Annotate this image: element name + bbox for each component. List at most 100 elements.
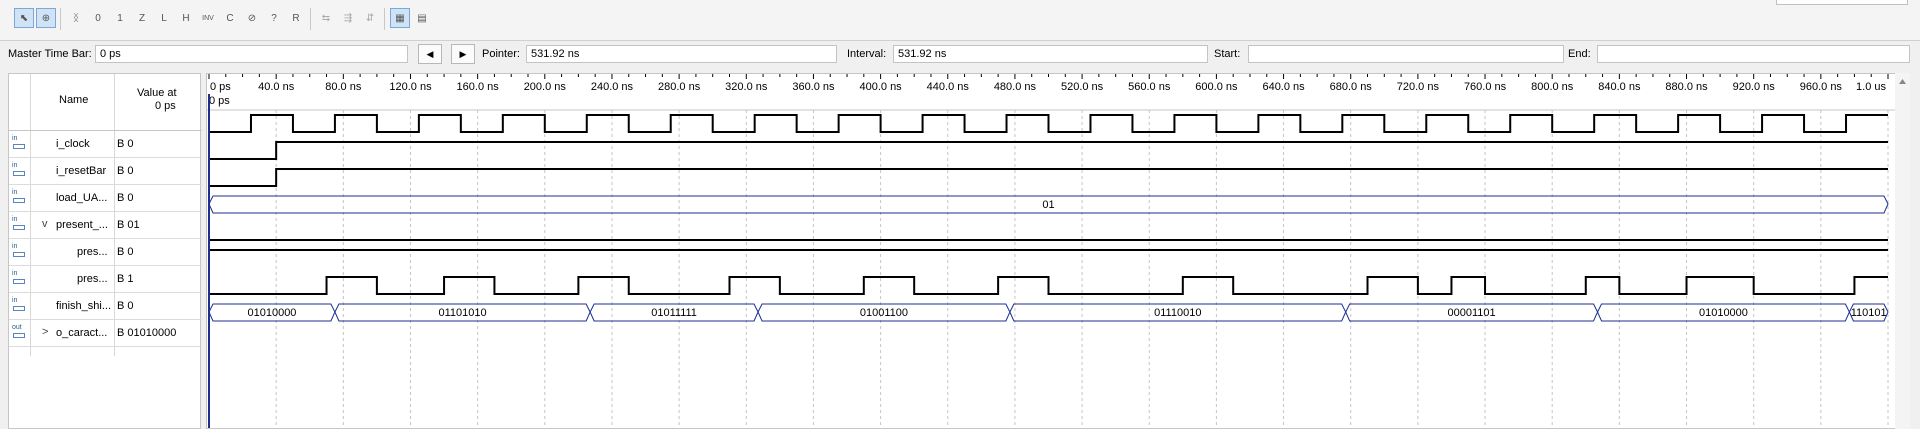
present-state-bus-value-label: 01 (1042, 199, 1054, 211)
random-value-icon[interactable]: R (286, 8, 306, 28)
pointer-label: Pointer: (482, 48, 520, 60)
ruler-tick-label: 240.0 ns (591, 81, 634, 93)
arrow-right-icon: ▶ (459, 48, 467, 59)
high-impedance-icon[interactable]: Z (132, 8, 152, 28)
o-caracter-bus-value-label: 01110010 (1154, 307, 1201, 319)
ruler-tick-label: 200.0 ns (524, 81, 567, 93)
ruler-tick-label: 1.0 us (1856, 81, 1886, 93)
input-pin-icon: in (12, 189, 28, 207)
pin-direction-label: in (12, 162, 18, 169)
ruler-tick-label: 40.0 ns (258, 81, 295, 93)
load-uart-waveform (209, 168, 1888, 187)
invert-icon[interactable]: INV (198, 8, 218, 28)
signal-value: B 1 (117, 273, 134, 285)
ruler-tick-label: 640.0 ns (1262, 81, 1305, 93)
signal-value: B 0 (117, 165, 134, 177)
signal-row[interactable]: out > o_caract... B 01010000 (9, 320, 202, 347)
signal-name: load_UA... (56, 192, 108, 204)
input-pin-icon: in (12, 216, 28, 234)
signal-list-pane: Name Value at 0 ps in i_clock B 0 in i_reset… (8, 73, 202, 429)
weak-high-icon[interactable]: H (176, 8, 196, 28)
waveform-canvas[interactable]: 0 ps 40.0 ns 80.0 ns 120.0 ns 160.0 ns 200.0 … (207, 74, 1910, 429)
ruler-tick-label: 960.0 ns (1800, 81, 1843, 93)
interval-field[interactable]: 531.92 ns (893, 45, 1208, 63)
ruler-tick-label: 320.0 ns (725, 81, 768, 93)
input-pin-icon: in (12, 243, 28, 261)
collapse-chevron-icon[interactable]: v (42, 218, 48, 230)
signal-name: present_... (56, 219, 108, 231)
unknown-value-icon[interactable]: ᛝ (66, 8, 86, 28)
ruler-tick-label: 720.0 ns (1397, 81, 1440, 93)
ruler-tick-label: 280.0 ns (658, 81, 701, 93)
signal-row[interactable]: in pres... B 1 (9, 266, 202, 293)
pin-direction-label: in (12, 216, 18, 223)
toolbar-separator (60, 8, 61, 30)
signal-row[interactable]: in pres... B 0 (9, 239, 202, 266)
top-right-scroll-handle[interactable] (1776, 0, 1908, 5)
pointer-field[interactable]: 531.92 ns (526, 45, 837, 63)
signal-row[interactable]: in finish_shi... B 0 (9, 293, 202, 320)
i-resetbar-waveform (209, 141, 1888, 160)
sort-icon[interactable]: ⇵ (360, 8, 380, 28)
i-clock-waveform (209, 114, 1888, 133)
expand-chevron-icon[interactable]: > (42, 326, 48, 338)
previous-transition-button[interactable]: ◀ (418, 44, 442, 64)
signal-value: B 0 (117, 300, 134, 312)
zoom-tool-icon[interactable]: ⊕ (36, 8, 56, 28)
value-column-header-time: 0 ps (155, 100, 176, 112)
signal-name: i_resetBar (56, 165, 107, 177)
forcing-high-icon[interactable]: 1 (110, 8, 130, 28)
signal-value: B 0 (117, 138, 134, 150)
ruler-tick-label: 80.0 ns (325, 81, 362, 93)
pin-direction-label: in (12, 297, 18, 304)
forcing-clock-icon[interactable]: ⊘ (242, 8, 262, 28)
signal-row[interactable]: in load_UA... B 0 (9, 185, 202, 212)
grid-settings-icon[interactable]: ▤ (412, 8, 432, 28)
count-value-icon[interactable]: C (220, 8, 240, 28)
vertical-scrollbar[interactable] (1895, 73, 1910, 429)
signal-row[interactable]: in i_resetBar B 0 (9, 158, 202, 185)
ruler-tick-label: 520.0 ns (1061, 81, 1104, 93)
group-icon[interactable]: ⇶ (338, 8, 358, 28)
ruler-tick-label: 160.0 ns (457, 81, 500, 93)
next-transition-button[interactable]: ▶ (451, 44, 475, 64)
signal-value: B 01 (117, 219, 140, 231)
ruler-tick-label: 680.0 ns (1330, 81, 1373, 93)
forcing-low-icon[interactable]: 0 (88, 8, 108, 28)
value-column-header[interactable]: Value at (137, 87, 177, 100)
master-time-bar-label-marker: 0 ps (209, 95, 230, 107)
signal-row[interactable]: in i_clock B 0 (9, 131, 202, 158)
arbitrary-value-icon[interactable]: ? (264, 8, 284, 28)
input-pin-icon: in (12, 297, 28, 315)
signal-name: pres... (77, 246, 108, 258)
snap-to-grid-icon[interactable]: ▦ (390, 8, 410, 28)
signal-row[interactable]: in v present_... B 01 (9, 212, 202, 239)
ruler-tick-label: 0 ps (210, 81, 231, 93)
end-field[interactable] (1597, 45, 1910, 63)
selection-tool-icon[interactable]: ⬉ (14, 8, 34, 28)
signal-value: B 0 (117, 246, 134, 258)
scroll-up-icon (1899, 79, 1906, 84)
arrow-left-icon: ◀ (426, 48, 434, 59)
o-caracter-bus-value-label: 01010000 (1699, 307, 1748, 319)
o-caracter-bus-value-label: 110101 (1851, 307, 1887, 319)
input-pin-icon: in (12, 162, 28, 180)
snap-to-transition-icon[interactable]: ⇆ (316, 8, 336, 28)
interval-label: Interval: (847, 48, 887, 60)
time-control-bar: Master Time Bar: 0 ps ◀ ▶ Pointer: 531.9… (0, 44, 1920, 64)
weak-low-icon[interactable]: L (154, 8, 174, 28)
start-field[interactable] (1248, 45, 1564, 63)
end-label: End: (1568, 48, 1591, 60)
ruler-tick-label: 760.0 ns (1464, 81, 1507, 93)
toolbar-separator (384, 8, 385, 30)
signal-value: B 01010000 (117, 327, 177, 339)
name-column-header[interactable]: Name (59, 94, 88, 106)
finish-shift-waveform (209, 276, 1888, 295)
waveform-pane[interactable]: 0 ps 40.0 ns 80.0 ns 120.0 ns 160.0 ns 200.0 … (206, 73, 1910, 429)
input-pin-icon: in (12, 135, 28, 153)
signal-name: o_caract... (56, 327, 108, 339)
input-pin-icon: in (12, 270, 28, 288)
master-time-bar-field[interactable]: 0 ps (95, 45, 408, 63)
ruler-tick-label: 560.0 ns (1128, 81, 1171, 93)
master-time-bar-label: Master Time Bar: (8, 48, 92, 60)
